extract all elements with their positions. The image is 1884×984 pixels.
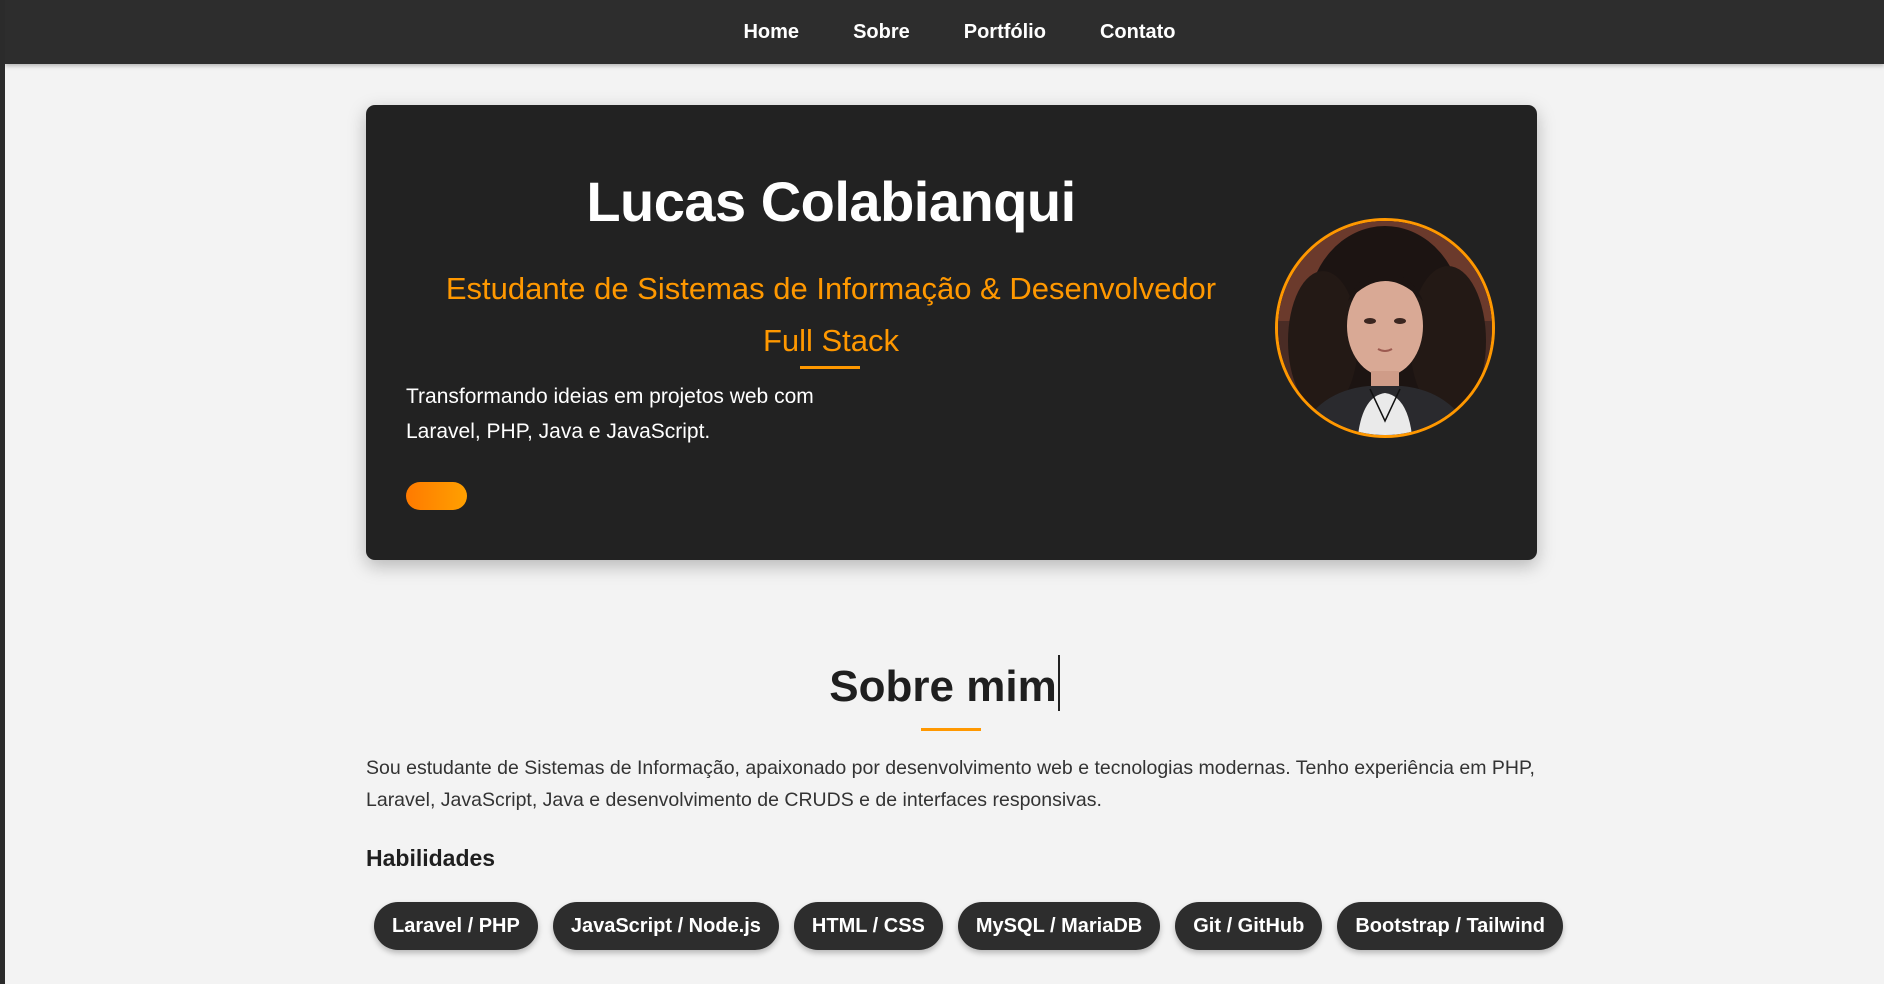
skill-badge: HTML / CSS: [793, 902, 943, 950]
nav-sobre-link[interactable]: Sobre: [853, 21, 910, 44]
hero-description-line-2: Laravel, PHP, Java e JavaScript.: [406, 420, 711, 443]
profile-photo-icon: [1278, 221, 1492, 435]
hero-description: Transformando ideias em projetos web com…: [406, 379, 876, 449]
profile-avatar: [1275, 218, 1495, 438]
hero-subtitle: Estudante de Sistemas de Informação & De…: [406, 263, 1256, 367]
hero-description-line-1: Transformando ideias em projetos web com: [406, 385, 814, 408]
skill-badge: Bootstrap / Tailwind: [1337, 902, 1563, 950]
hero-divider: [800, 366, 860, 369]
nav-home-link[interactable]: Home: [743, 21, 799, 44]
nav-portfolio-link[interactable]: Portfólio: [964, 21, 1046, 44]
hero-name: Lucas Colabianqui: [586, 170, 1076, 233]
skill-badge: JavaScript / Node.js: [552, 902, 779, 950]
text-cursor: [1057, 655, 1060, 711]
skill-badge: Git / GitHub: [1175, 902, 1323, 950]
hero-cta-button[interactable]: [406, 482, 467, 510]
about-divider: [921, 728, 981, 731]
about-text: Sou estudante de Sistemas de Informação,…: [366, 757, 1535, 811]
about-title: Sobre mim: [5, 655, 1884, 712]
skills-heading: Habilidades: [366, 845, 496, 871]
skill-badge: MySQL / MariaDB: [957, 902, 1161, 950]
hero-card: Lucas Colabianqui Estudante de Sistemas …: [366, 105, 1537, 560]
hero-subtitle-line-1: Estudante de Sistemas de Informação & De…: [445, 271, 1217, 306]
skills-list: Laravel / PHP JavaScript / Node.js HTML …: [374, 902, 1563, 950]
top-navbar: Home Sobre Portfólio Contato: [5, 0, 1884, 64]
skill-badge: Laravel / PHP: [374, 902, 538, 950]
hero-subtitle-line-2: Full Stack: [762, 323, 900, 358]
about-title-text: Sobre mim: [829, 662, 1057, 711]
page: Home Sobre Portfólio Contato Lucas Colab…: [5, 0, 1884, 984]
nav-contato-link[interactable]: Contato: [1100, 21, 1176, 44]
